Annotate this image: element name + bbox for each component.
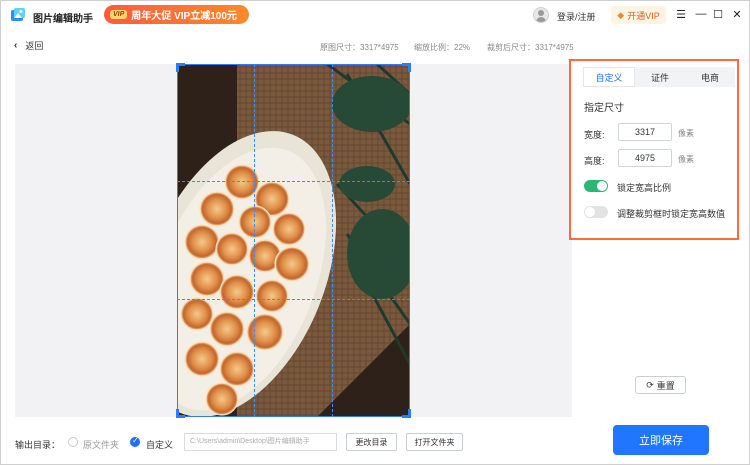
toggle-knob bbox=[585, 207, 595, 217]
cropped-size-text: 裁剪后尺寸：3317*4975 bbox=[487, 43, 574, 52]
crop-handle-top-right[interactable] bbox=[402, 63, 411, 72]
crop-grid-line bbox=[254, 64, 255, 417]
login-link[interactable]: 登录/注册 bbox=[557, 10, 596, 23]
width-label: 宽度: bbox=[584, 130, 605, 140]
width-input[interactable]: 3317 bbox=[618, 123, 672, 141]
height-unit: 像素 bbox=[678, 155, 694, 164]
radio-original-folder[interactable] bbox=[68, 437, 78, 447]
change-dir-button[interactable]: 更改目录 bbox=[346, 433, 397, 451]
crop-handle-top-left[interactable] bbox=[176, 63, 185, 72]
back-button[interactable]: ‹ 返回 bbox=[14, 39, 43, 52]
back-label: 返回 bbox=[25, 41, 44, 51]
output-path-input[interactable]: C:\Users\admin\Desktop\图片编辑助手 bbox=[184, 433, 337, 451]
open-vip-button[interactable]: ◆ 开通VIP bbox=[611, 6, 666, 24]
crop-grid-line bbox=[332, 64, 333, 417]
minimize-icon[interactable]: — bbox=[694, 6, 708, 22]
promo-banner[interactable]: VIP 周年大促 VIP立减100元 bbox=[104, 5, 249, 24]
radio-custom-folder[interactable] bbox=[130, 436, 140, 447]
tab-ecommerce[interactable]: 电商 bbox=[685, 67, 735, 87]
lock-ratio-toggle[interactable] bbox=[584, 180, 608, 192]
reset-label: 重置 bbox=[656, 380, 675, 391]
radio-original-label: 原文件夹 bbox=[83, 440, 120, 450]
save-button[interactable]: 立即保存 bbox=[613, 425, 709, 455]
toggle-knob bbox=[597, 181, 607, 191]
crop-grid-line bbox=[177, 181, 410, 182]
open-vip-label: 开通VIP bbox=[627, 10, 660, 21]
maximize-icon[interactable]: ☐ bbox=[711, 6, 725, 22]
zoom-ratio-text: 缩放比例：22% bbox=[414, 43, 471, 52]
size-mode-tabs: 自定义 证件 电商 bbox=[583, 67, 735, 87]
crop-handle-bottom-left[interactable] bbox=[176, 409, 185, 418]
lock-value-toggle[interactable] bbox=[584, 206, 608, 218]
crop-settings-panel: 自定义 证件 电商 指定尺寸 宽度: 3317 像素 高度: 4975 像素 锁… bbox=[569, 59, 739, 240]
avatar[interactable] bbox=[533, 7, 549, 23]
title-bar: 图片编辑助手 VIP 周年大促 VIP立减100元 登录/注册 ◆ 开通VIP … bbox=[1, 1, 749, 29]
crop-grid-line bbox=[177, 299, 410, 300]
close-icon[interactable]: ✕ bbox=[730, 6, 744, 22]
lock-value-label: 调整裁剪框时锁定宽高数值 bbox=[617, 209, 726, 219]
app-logo-icon bbox=[11, 8, 25, 21]
reset-button[interactable]: ⟳ 重置 bbox=[635, 376, 686, 394]
output-dir-label: 输出目录： bbox=[15, 440, 61, 450]
tab-id-photo[interactable]: 证件 bbox=[635, 67, 685, 87]
height-label: 高度: bbox=[584, 156, 605, 166]
diamond-icon: ◆ bbox=[617, 9, 625, 20]
menu-icon[interactable]: ☰ bbox=[674, 6, 688, 22]
crop-frame[interactable] bbox=[177, 64, 410, 417]
promo-text: 周年大促 VIP立减100元 bbox=[131, 11, 237, 22]
section-title: 指定尺寸 bbox=[584, 103, 624, 114]
width-unit: 像素 bbox=[678, 129, 694, 138]
tab-custom[interactable]: 自定义 bbox=[583, 67, 635, 87]
promo-vip-badge: VIP bbox=[110, 10, 128, 19]
app-window: 图片编辑助手 VIP 周年大促 VIP立减100元 登录/注册 ◆ 开通VIP … bbox=[0, 0, 750, 465]
refresh-icon: ⟳ bbox=[646, 379, 654, 390]
chevron-left-icon: ‹ bbox=[14, 40, 18, 51]
lock-ratio-label: 锁定宽高比例 bbox=[617, 183, 672, 193]
height-input[interactable]: 4975 bbox=[618, 149, 672, 167]
open-folder-button[interactable]: 打开文件夹 bbox=[406, 433, 463, 451]
original-size-text: 原图尺寸：3317*4975 bbox=[320, 43, 399, 52]
app-title: 图片编辑助手 bbox=[33, 14, 93, 25]
radio-custom-label: 自定义 bbox=[146, 440, 174, 450]
crop-handle-bottom-right[interactable] bbox=[402, 409, 411, 418]
